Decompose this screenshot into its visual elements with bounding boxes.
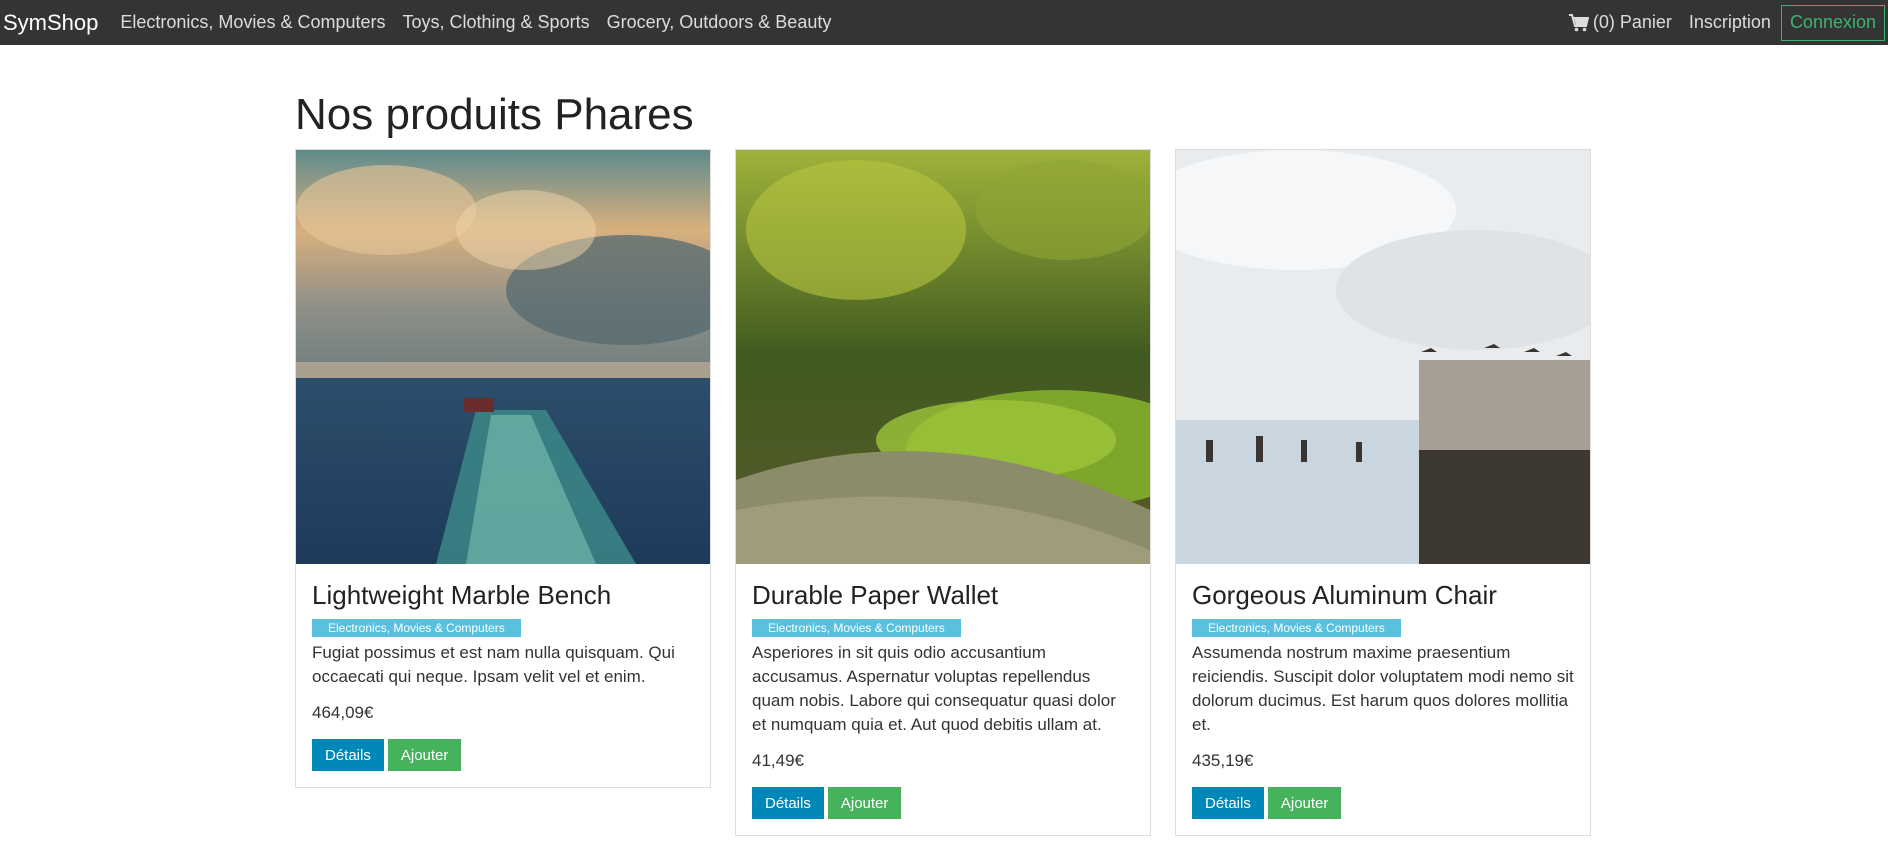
shopping-cart-icon (1568, 13, 1589, 31)
product-image-sea-boat[interactable] (296, 150, 710, 564)
product-actions: Détails Ajouter (1192, 787, 1574, 819)
category-badge: Electronics, Movies & Computers (1192, 619, 1401, 637)
details-button[interactable]: Détails (1192, 787, 1264, 819)
product-card-body: Lightweight Marble Bench Electronics, Mo… (296, 564, 710, 787)
login-button[interactable]: Connexion (1780, 4, 1885, 41)
product-actions: Détails Ajouter (752, 787, 1134, 819)
product-title[interactable]: Lightweight Marble Bench (312, 580, 694, 611)
nav-link-electronics[interactable]: Electronics, Movies & Computers (120, 12, 385, 33)
product-image-moss[interactable] (736, 150, 1150, 564)
brand-logo[interactable]: SymShop (0, 10, 98, 36)
product-description: Fugiat possimus et est nam nulla quisqua… (312, 643, 675, 686)
product-description: Asperiores in sit quis odio accusantium … (752, 643, 1116, 734)
product-price: 464,09€ (312, 703, 374, 722)
product-card-body: Gorgeous Aluminum Chair Electronics, Mov… (1176, 564, 1590, 835)
product-card: Lightweight Marble Bench Electronics, Mo… (295, 149, 711, 788)
details-button[interactable]: Détails (752, 787, 824, 819)
product-card: Gorgeous Aluminum Chair Electronics, Mov… (1175, 149, 1591, 836)
page-title: Nos produits Phares (295, 90, 694, 139)
product-title[interactable]: Durable Paper Wallet (752, 580, 1134, 611)
add-to-cart-button[interactable]: Ajouter (1267, 787, 1342, 819)
add-to-cart-button[interactable]: Ajouter (387, 739, 462, 771)
product-card: Durable Paper Wallet Electronics, Movies… (735, 149, 1151, 836)
nav-link-toys[interactable]: Toys, Clothing & Sports (402, 12, 589, 33)
product-price: 41,49€ (752, 751, 804, 770)
add-to-cart-button[interactable]: Ajouter (827, 787, 902, 819)
product-actions: Détails Ajouter (312, 739, 694, 771)
product-description: Assumenda nostrum maxime praesentium rei… (1192, 643, 1574, 734)
nav-right-group: (0) Panier Inscription Connexion (1568, 0, 1888, 45)
product-card-body: Durable Paper Wallet Electronics, Movies… (736, 564, 1150, 835)
cart-link[interactable]: (0) Panier (1568, 12, 1672, 33)
cart-label: (0) Panier (1592, 12, 1672, 32)
category-badge: Electronics, Movies & Computers (752, 619, 961, 637)
product-image-pier-birds[interactable] (1176, 150, 1590, 564)
details-button[interactable]: Détails (312, 739, 384, 771)
signup-link[interactable]: Inscription (1689, 12, 1771, 33)
product-title[interactable]: Gorgeous Aluminum Chair (1192, 580, 1574, 611)
nav-link-grocery[interactable]: Grocery, Outdoors & Beauty (607, 12, 832, 33)
top-navbar: SymShop Electronics, Movies & Computers … (0, 0, 1888, 45)
category-badge: Electronics, Movies & Computers (312, 619, 521, 637)
product-price: 435,19€ (1192, 751, 1254, 770)
